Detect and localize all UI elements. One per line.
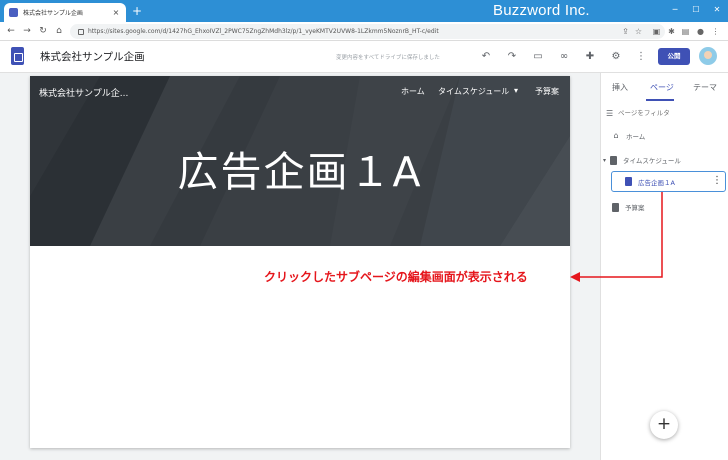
page-item-label: ホーム bbox=[626, 133, 646, 141]
url-text: https://sites.google.com/d/1427hG_EhxoIV… bbox=[88, 28, 439, 35]
preview-devices-icon[interactable]: ▭ bbox=[531, 50, 545, 64]
tab-insert[interactable]: 挿入 bbox=[612, 82, 628, 93]
minimize-icon[interactable]: ─ bbox=[667, 3, 683, 17]
page-item-label: 広告企画１A bbox=[638, 178, 675, 187]
nav-item-home[interactable]: ホーム bbox=[401, 86, 425, 97]
editor-canvas: 株式会社サンプル企... ホーム タイムスケジュール ▾ 予算案 広告企画１A bbox=[0, 73, 600, 460]
page-filter-input[interactable] bbox=[618, 109, 718, 117]
new-tab-button[interactable]: + bbox=[131, 4, 143, 18]
redo-icon[interactable]: ↷ bbox=[505, 50, 519, 64]
filter-icon: ☰ bbox=[606, 109, 614, 118]
copy-link-icon[interactable]: ∞ bbox=[557, 50, 571, 64]
share-icon[interactable]: ⇪ bbox=[620, 26, 631, 37]
forward-icon[interactable]: → bbox=[21, 25, 33, 37]
publish-button[interactable]: 公開 bbox=[658, 48, 690, 65]
chevron-down-icon[interactable]: ▾ bbox=[514, 86, 518, 95]
page-icon bbox=[625, 177, 632, 186]
home-icon: ⌂ bbox=[613, 131, 619, 140]
expand-caret-icon[interactable]: ▾ bbox=[603, 157, 606, 164]
page-title[interactable]: 広告企画１A bbox=[30, 138, 570, 198]
bookmark-star-icon[interactable]: ☆ bbox=[633, 26, 644, 37]
annotation-callout: クリックしたサブページの編集画面が表示される bbox=[264, 270, 528, 284]
browser-menu-icon[interactable]: ⋮ bbox=[710, 26, 721, 37]
page-icon bbox=[610, 155, 618, 165]
sites-header: 株式会社サンプル企画 変更内容をすべてドライブに保存しました ↶ ↷ ▭ ∞ ✚… bbox=[0, 41, 728, 73]
tab-themes[interactable]: テーマ bbox=[693, 82, 717, 93]
browser-tab[interactable]: 株式会社サンプル企画 × bbox=[4, 3, 126, 22]
page-item-budget[interactable]: 予算案 bbox=[612, 202, 645, 212]
maximize-icon[interactable]: ☐ bbox=[688, 3, 704, 17]
reload-icon[interactable]: ↻ bbox=[37, 25, 49, 37]
nav-item-budget[interactable]: 予算案 bbox=[535, 86, 559, 97]
page-item-ad-plan[interactable]: 広告企画１A ⋮ bbox=[611, 171, 726, 192]
extension-icon[interactable]: ▣ bbox=[651, 26, 662, 37]
page-item-schedule[interactable]: ▾ タイムスケジュール bbox=[603, 155, 681, 165]
browser-tab-strip: 株式会社サンプル企画 × + Buzzword Inc. ─ ☐ ✕ bbox=[0, 0, 728, 22]
home-icon[interactable]: ⌂ bbox=[53, 25, 65, 37]
page-item-home[interactable]: ⌂ ホーム bbox=[612, 131, 646, 142]
puzzle-icon[interactable]: ✱ bbox=[666, 26, 677, 37]
site-name-title[interactable]: 株式会社サンプル企画 bbox=[40, 49, 145, 64]
nav-item-schedule[interactable]: タイムスケジュール bbox=[438, 86, 509, 97]
google-sites-logo-icon[interactable] bbox=[11, 47, 24, 65]
page-options-icon[interactable]: ⋮ bbox=[712, 175, 722, 187]
url-bar[interactable]: https://sites.google.com/d/1427hG_EhxoIV… bbox=[70, 24, 665, 39]
more-options-icon[interactable]: ⋮ bbox=[634, 50, 648, 64]
hero-header[interactable]: 株式会社サンプル企... ホーム タイムスケジュール ▾ 予算案 広告企画１A bbox=[30, 76, 570, 246]
avatar[interactable] bbox=[699, 47, 717, 65]
browser-tab-title: 株式会社サンプル企画 bbox=[23, 10, 83, 17]
tab-pages[interactable]: ページ bbox=[650, 82, 674, 93]
back-icon[interactable]: ← bbox=[5, 25, 17, 37]
address-toolbar: ← → ↻ ⌂ https://sites.google.com/d/1427h… bbox=[0, 22, 728, 41]
share-with-others-icon[interactable]: ✚ bbox=[583, 50, 597, 64]
brand-watermark: Buzzword Inc. bbox=[493, 2, 590, 19]
active-tab-indicator bbox=[646, 99, 674, 101]
sites-favicon-icon bbox=[9, 8, 18, 17]
settings-gear-icon[interactable]: ⚙ bbox=[609, 50, 623, 64]
save-status: 変更内容をすべてドライブに保存しました bbox=[336, 55, 440, 61]
add-page-button[interactable]: + bbox=[650, 411, 678, 439]
hero-site-name[interactable]: 株式会社サンプル企... bbox=[39, 86, 128, 99]
page-icon bbox=[612, 202, 619, 212]
sidepanel-icon[interactable]: ▤ bbox=[680, 26, 691, 37]
page-preview[interactable]: 株式会社サンプル企... ホーム タイムスケジュール ▾ 予算案 広告企画１A bbox=[30, 76, 570, 448]
tab-close-icon[interactable]: × bbox=[111, 8, 121, 17]
undo-icon[interactable]: ↶ bbox=[479, 50, 493, 64]
page-item-label: 予算案 bbox=[625, 204, 645, 212]
window-close-icon[interactable]: ✕ bbox=[709, 3, 725, 17]
lock-icon bbox=[78, 28, 84, 35]
profile-icon[interactable]: ● bbox=[695, 26, 706, 37]
page-item-label: タイムスケジュール bbox=[623, 157, 681, 165]
